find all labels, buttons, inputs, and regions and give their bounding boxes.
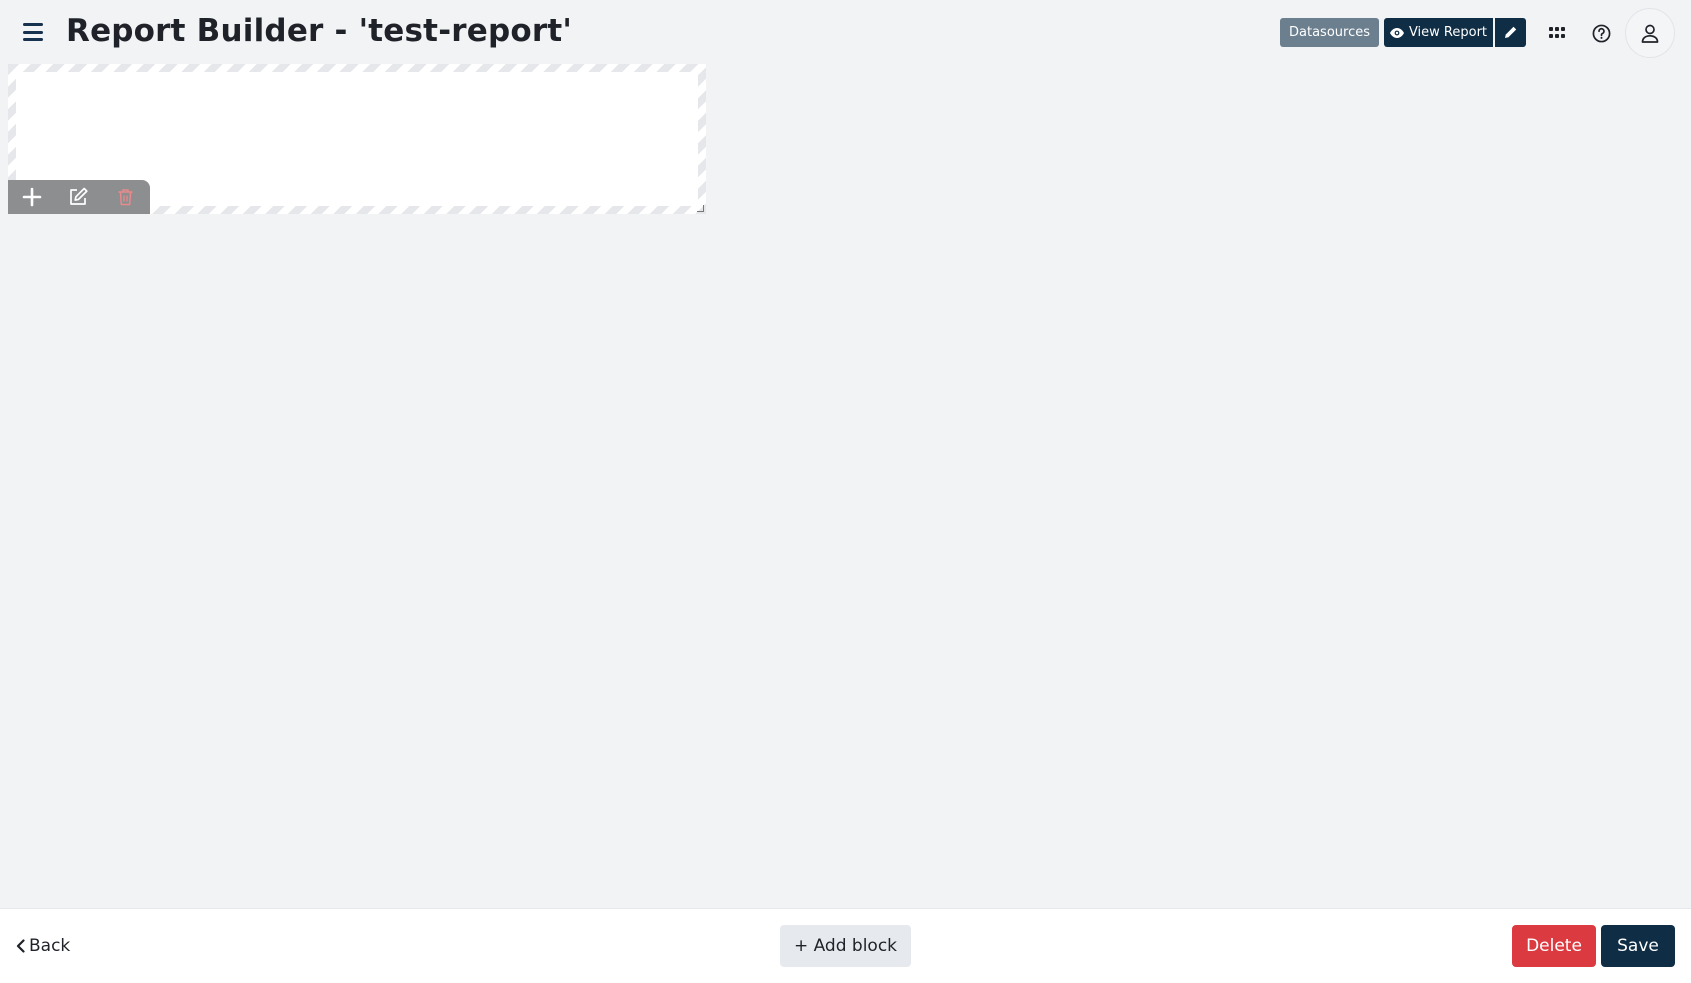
user-icon	[1641, 24, 1659, 43]
hamburger-menu-icon[interactable]	[20, 20, 46, 44]
report-builder-app: Report Builder - 'test-report' Datasourc…	[0, 0, 1691, 983]
bottom-footer: Back + Add block Delete Save	[0, 908, 1691, 983]
view-report-label: View Report	[1408, 25, 1488, 40]
help-icon[interactable]	[1586, 18, 1616, 48]
edit-report-button[interactable]	[1495, 18, 1526, 47]
trash-icon[interactable]	[102, 180, 149, 214]
add-block-button[interactable]: + Add block	[780, 925, 911, 967]
datasources-button[interactable]: Datasources	[1280, 18, 1379, 47]
delete-button[interactable]: Delete	[1512, 925, 1596, 967]
plus-icon[interactable]	[8, 180, 55, 214]
back-button[interactable]: Back	[16, 936, 70, 956]
eye-icon	[1389, 27, 1404, 38]
save-button[interactable]: Save	[1601, 925, 1675, 967]
resize-handle[interactable]	[697, 205, 704, 212]
top-header: Report Builder - 'test-report' Datasourc…	[0, 0, 1691, 64]
page-title: Report Builder - 'test-report'	[66, 13, 573, 49]
chevron-left-icon	[16, 939, 25, 953]
edit-icon[interactable]	[55, 180, 102, 214]
apps-grid-icon[interactable]	[1542, 18, 1572, 48]
user-avatar-button[interactable]	[1625, 8, 1675, 58]
block-toolbar	[8, 180, 150, 214]
pencil-icon	[1505, 26, 1517, 38]
back-label: Back	[29, 936, 71, 956]
report-block[interactable]	[8, 64, 706, 214]
view-report-button[interactable]: View Report	[1384, 18, 1493, 47]
